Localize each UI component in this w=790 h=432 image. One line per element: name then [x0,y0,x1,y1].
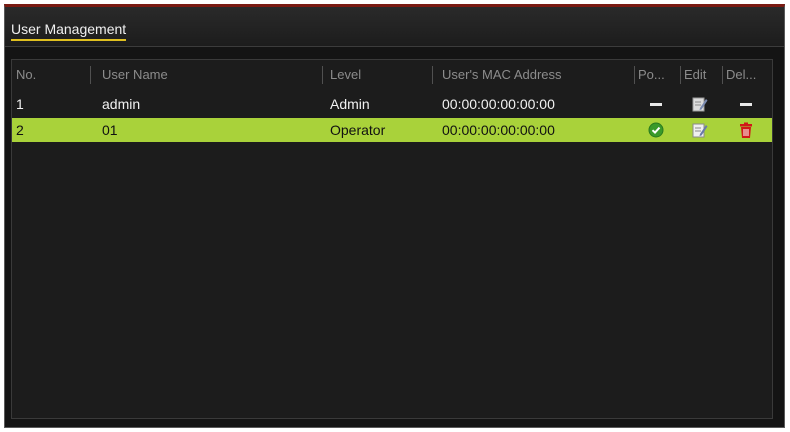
cell-level: Admin [330,96,370,112]
header-permission[interactable]: Po... [634,64,678,86]
header-no[interactable]: No. [12,64,88,86]
header-delete[interactable]: Del... [722,64,770,86]
header-edit[interactable]: Edit [680,64,720,86]
user-list-table: No. User Name Level User's MAC Address P… [11,59,773,419]
cell-no: 1 [16,96,24,112]
title-bar: User Management [5,7,784,47]
edit-icon[interactable] [680,92,720,116]
edit-icon[interactable] [680,118,720,142]
check-circle-icon[interactable] [634,118,678,142]
cell-user-name: 01 [102,122,118,138]
header-level[interactable]: Level [322,64,432,86]
cell-level: Operator [330,122,386,138]
tab-user-management[interactable]: User Management [11,21,127,41]
cell-no: 2 [16,122,24,138]
table-row-selected[interactable]: 2 01 Operator 00:00:00:00:00:00 [12,118,772,142]
cell-user-name: admin [102,96,141,112]
trash-icon[interactable] [722,118,770,142]
table-row[interactable]: 1 admin Admin 00:00:00:00:00:00 [12,92,772,116]
user-management-window: User Management No. User Name Level User… [4,4,785,428]
table-header: No. User Name Level User's MAC Address P… [12,64,772,86]
header-user-name[interactable]: User Name [90,64,316,86]
cell-mac-address: 00:00:00:00:00:00 [442,122,555,138]
divider [5,46,784,47]
cell-mac-address: 00:00:00:00:00:00 [442,96,555,112]
delete-dash-icon [722,92,770,116]
header-mac-address[interactable]: User's MAC Address [432,64,632,86]
permission-dash-icon [634,92,678,116]
